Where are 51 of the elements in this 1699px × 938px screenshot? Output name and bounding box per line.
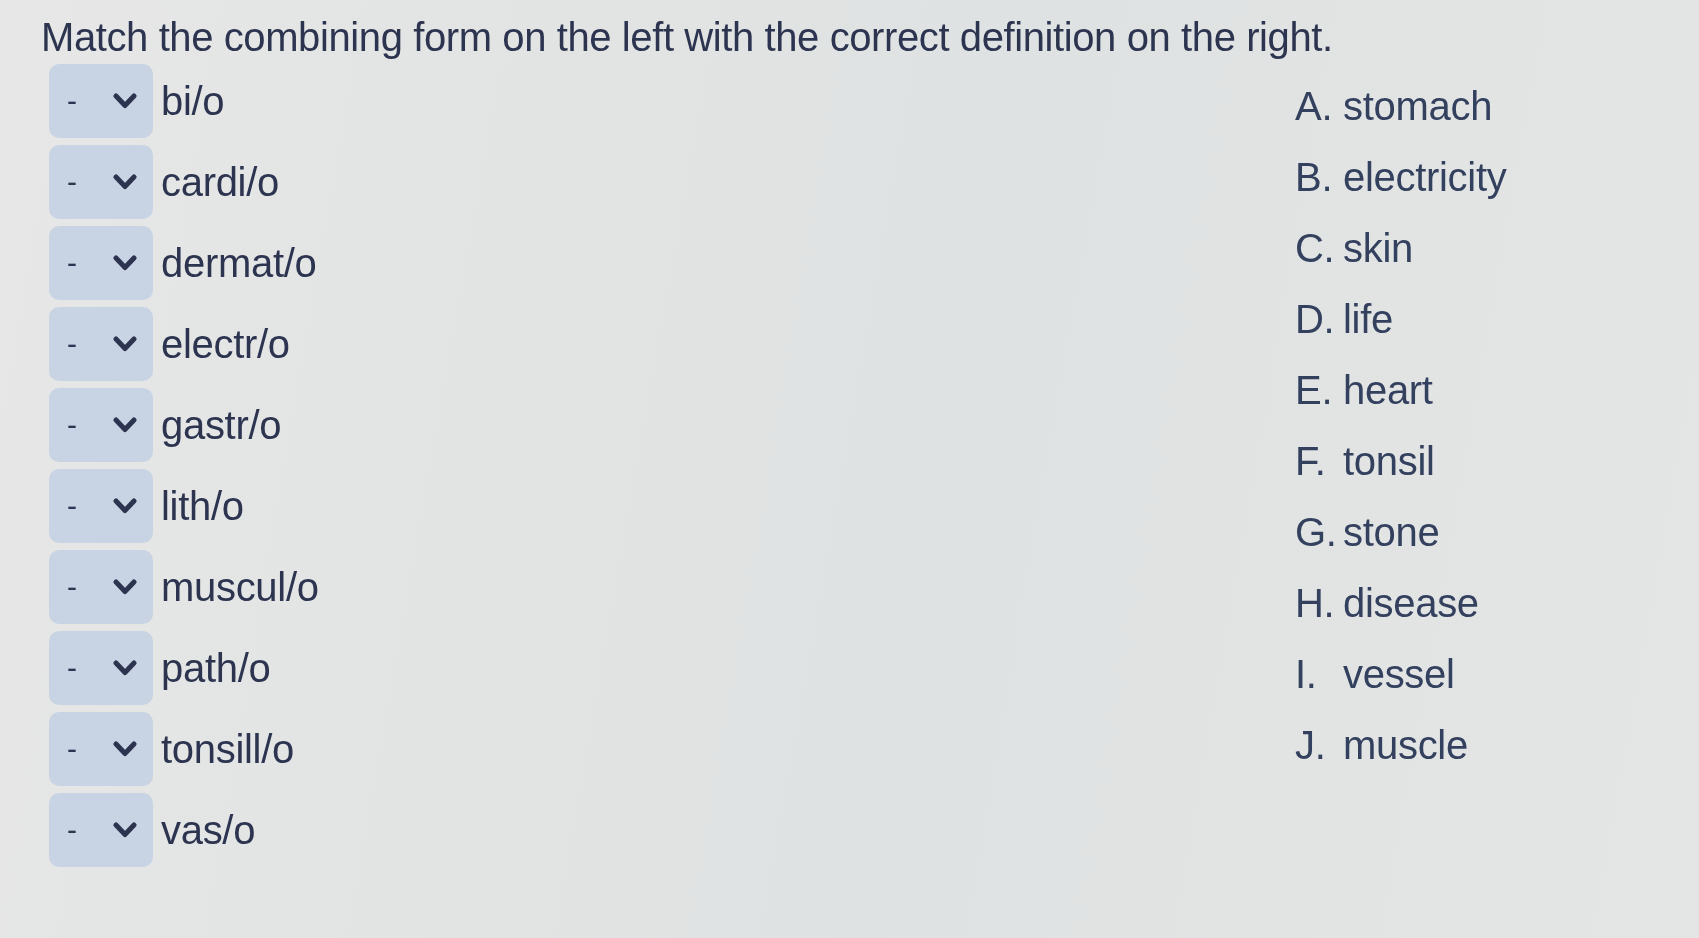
combining-form-label: bi/o	[161, 78, 225, 124]
definition-text: tonsil	[1343, 437, 1435, 484]
option-letter: J.	[1295, 721, 1327, 768]
combining-form-label: dermat/o	[161, 240, 317, 286]
combining-form-label: gastr/o	[161, 402, 282, 448]
chevron-down-icon	[113, 255, 137, 271]
dropdown[interactable]: -	[49, 712, 153, 786]
option-letter: F.	[1295, 437, 1327, 484]
definition-text: vessel	[1343, 650, 1455, 697]
dropdown[interactable]: -	[49, 388, 153, 462]
combining-form-label: electr/o	[161, 321, 290, 367]
dropdown[interactable]: -	[49, 226, 153, 300]
definition-text: heart	[1343, 366, 1433, 413]
definition-text: life	[1343, 295, 1393, 342]
chevron-down-icon	[113, 822, 137, 838]
dropdown[interactable]: -	[49, 145, 153, 219]
combining-form-label: vas/o	[161, 807, 256, 853]
dropdown[interactable]: -	[49, 469, 153, 543]
option-letter: A.	[1295, 82, 1334, 129]
option-letter: I.	[1295, 650, 1318, 697]
combining-form-label: path/o	[161, 645, 271, 691]
option-letter: E.	[1295, 366, 1334, 413]
definition-text: stomach	[1343, 82, 1493, 129]
chevron-down-icon	[113, 579, 137, 595]
combining-form-label: muscul/o	[161, 564, 319, 610]
definition-text: disease	[1343, 579, 1479, 626]
dropdown[interactable]: -	[49, 793, 153, 867]
combining-form-label: lith/o	[161, 483, 244, 529]
option-letter: B.	[1295, 153, 1334, 200]
chevron-down-icon	[113, 741, 137, 757]
option-letter: G.	[1295, 508, 1338, 555]
option-letter: D.	[1295, 295, 1336, 342]
definition-text: muscle	[1343, 721, 1468, 768]
combining-form-label: tonsill/o	[161, 726, 294, 772]
dropdown[interactable]: -	[49, 64, 153, 138]
combining-form-label: cardi/o	[161, 159, 279, 205]
option-letter: C.	[1295, 224, 1336, 271]
instruction-text: Match the combining form on the left with the correct definition on the right.	[41, 14, 1333, 60]
chevron-down-icon	[113, 660, 137, 676]
option-letter: H.	[1295, 579, 1336, 626]
chevron-down-icon	[113, 417, 137, 433]
definition-text: skin	[1343, 224, 1413, 271]
dropdown[interactable]: -	[49, 631, 153, 705]
chevron-down-icon	[113, 174, 137, 190]
chevron-down-icon	[113, 336, 137, 352]
dropdown[interactable]: -	[49, 550, 153, 624]
definition-text: stone	[1343, 508, 1440, 555]
dropdown[interactable]: -	[49, 307, 153, 381]
chevron-down-icon	[113, 93, 137, 109]
definition-text: electricity	[1343, 153, 1507, 200]
chevron-down-icon	[113, 498, 137, 514]
